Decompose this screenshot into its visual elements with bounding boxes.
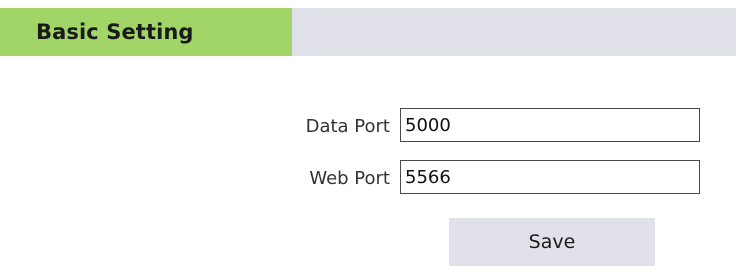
- section-header-tab: Basic Setting: [0, 8, 292, 56]
- web-port-input[interactable]: [400, 160, 700, 194]
- data-port-label: Data Port: [305, 116, 390, 137]
- page-title: Basic Setting: [36, 20, 194, 44]
- web-port-row: Web Port: [0, 160, 736, 196]
- data-port-input[interactable]: [400, 108, 700, 142]
- data-port-row: Data Port: [0, 108, 736, 144]
- save-button[interactable]: Save: [449, 218, 655, 266]
- section-header-bar: Basic Setting: [0, 8, 736, 56]
- web-port-label: Web Port: [309, 168, 390, 189]
